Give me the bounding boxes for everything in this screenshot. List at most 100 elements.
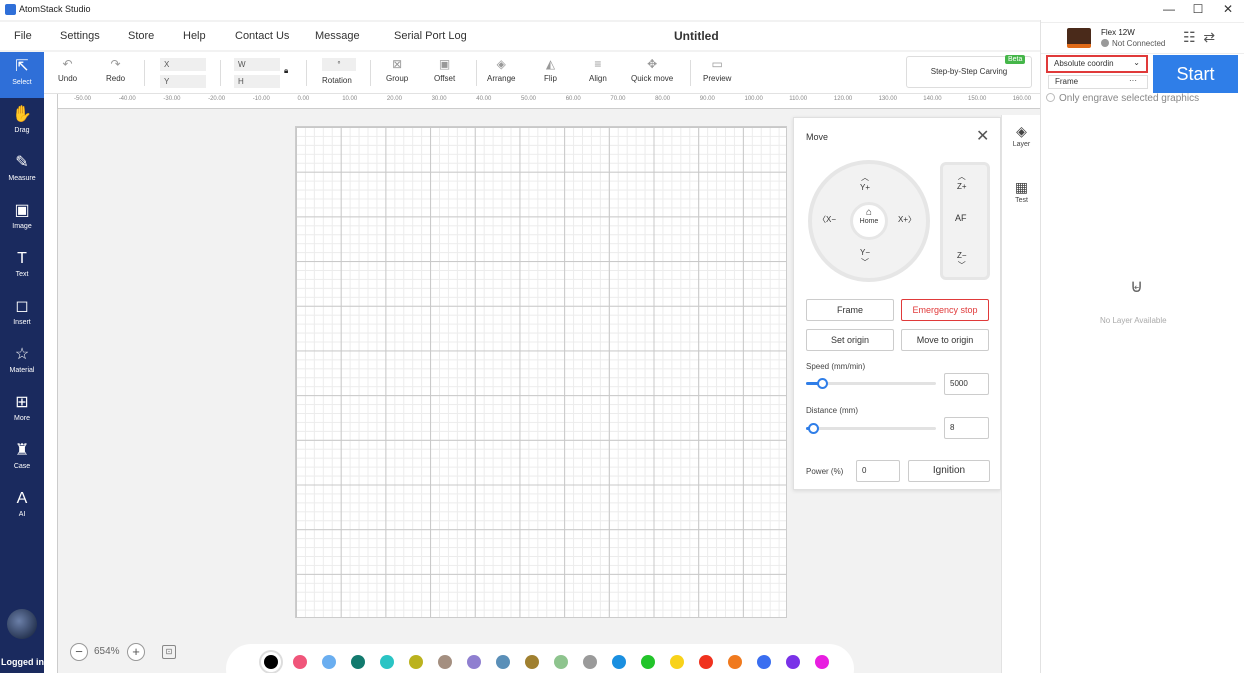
radio-icon[interactable] (1046, 93, 1055, 102)
menu-contact-us[interactable]: Contact Us (235, 30, 289, 42)
x-plus-button[interactable]: X+〉 (898, 214, 916, 225)
fit-to-screen-button[interactable]: ⊡ (162, 645, 176, 659)
grid-more-icon: ⊞ (15, 394, 29, 411)
start-button[interactable]: Start (1153, 55, 1238, 93)
sidebar-item-measure[interactable]: ✎ Measure (0, 148, 44, 194)
tab-layer[interactable]: ◈ Layer (1002, 123, 1041, 148)
set-origin-button[interactable]: Set origin (806, 329, 894, 351)
color-swatch[interactable] (583, 655, 597, 669)
align-button[interactable]: ≡ Align (589, 56, 607, 83)
speed-input[interactable]: 5000 (944, 373, 989, 395)
color-swatch[interactable] (612, 655, 626, 669)
arrange-button[interactable]: ◈ Arrange (487, 56, 515, 83)
close-window-button[interactable]: ✕ (1216, 2, 1240, 16)
color-swatch[interactable] (264, 655, 278, 669)
quick-move-button[interactable]: ✥ Quick move (631, 56, 673, 83)
color-swatch[interactable] (380, 655, 394, 669)
color-swatch[interactable] (293, 655, 307, 669)
minimize-button[interactable]: — (1157, 2, 1181, 16)
sidebar-item-image[interactable]: ▣ Image (0, 196, 44, 242)
distance-input[interactable]: 8 (944, 417, 989, 439)
sidebar-item-select[interactable]: ⇱ Select (0, 52, 44, 98)
color-swatch[interactable] (438, 655, 452, 669)
color-swatch[interactable] (815, 655, 829, 669)
offset-label: Offset (434, 74, 456, 83)
speed-slider-handle[interactable] (816, 378, 828, 389)
frame-button[interactable]: Frame (806, 299, 894, 321)
menu-settings[interactable]: Settings (60, 30, 100, 42)
sidebar-item-case[interactable]: ♜ Case (0, 436, 44, 482)
only-engrave-selected-option[interactable]: Only engrave selected graphics (1046, 93, 1199, 104)
zoom-in-button[interactable]: + (127, 643, 145, 661)
menu-serial-port-log[interactable]: Serial Port Log (394, 30, 467, 42)
avatar[interactable] (7, 609, 37, 639)
device-name: Flex 12W (1101, 28, 1135, 37)
menu-file[interactable]: File (14, 30, 32, 42)
width-field[interactable]: W (234, 58, 280, 71)
ruler-tick-label: 120.00 (833, 96, 853, 102)
color-swatch[interactable] (757, 655, 771, 669)
y-minus-button[interactable]: Y− ﹀ (860, 248, 870, 268)
distance-slider[interactable] (806, 423, 936, 434)
home-button[interactable]: ⌂ Home (850, 202, 888, 240)
preview-button[interactable]: ▭ Preview (703, 56, 731, 83)
color-swatch[interactable] (699, 655, 713, 669)
preview-label: Preview (703, 74, 732, 83)
menu-help[interactable]: Help (183, 30, 206, 42)
z-plus-button[interactable]: ︿ Z+ (957, 171, 967, 191)
sidebar-item-more[interactable]: ⊞ More (0, 388, 44, 434)
redo-icon: ↷ (110, 57, 121, 71)
maximize-button[interactable]: ☐ (1186, 2, 1210, 16)
connection-status-text: Not Connected (1112, 39, 1166, 48)
menu-bar: File Settings Store Help Contact Us Mess… (0, 22, 1040, 50)
device-selector[interactable]: Flex 12W Not Connected ☷ ⇄ (1041, 22, 1244, 54)
work-area-grid[interactable] (295, 126, 787, 618)
move-to-origin-button[interactable]: Move to origin (901, 329, 989, 351)
offset-button[interactable]: ▣ Offset (434, 56, 455, 83)
speed-slider[interactable] (806, 378, 936, 389)
sidebar-item-drag[interactable]: ✋ Drag (0, 100, 44, 146)
sliders-icon[interactable]: ☷ (1183, 29, 1196, 45)
color-swatch[interactable] (554, 655, 568, 669)
rotation-field[interactable]: ° (322, 58, 356, 71)
undo-button[interactable]: ↶ Undo (58, 56, 77, 83)
sidebar-item-material[interactable]: ☆ Material (0, 340, 44, 386)
frame-mode-select[interactable]: Frame ··· (1048, 75, 1148, 89)
color-swatch[interactable] (525, 655, 539, 669)
menu-message[interactable]: Message (315, 30, 360, 42)
coordinate-mode-select[interactable]: Absolute coordin ⌄ (1046, 55, 1148, 73)
switch-arrows-icon[interactable]: ⇄ (1203, 29, 1215, 45)
height-field[interactable]: H (234, 75, 280, 88)
close-icon[interactable]: ✕ (976, 126, 989, 146)
x-field[interactable]: X (160, 58, 206, 71)
sidebar-item-insert[interactable]: ◻ Insert (0, 292, 44, 338)
z-minus-button[interactable]: Z− ﹀ (957, 251, 967, 271)
x-minus-button[interactable]: 〈X− (818, 214, 836, 225)
autofocus-button[interactable]: AF (955, 213, 967, 223)
sidebar-item-text[interactable]: T Text (0, 244, 44, 290)
color-swatch[interactable] (786, 655, 800, 669)
redo-button[interactable]: ↷ Redo (106, 56, 125, 83)
y-field[interactable]: Y (160, 75, 206, 88)
color-swatch[interactable] (351, 655, 365, 669)
zoom-out-button[interactable]: − (70, 643, 88, 661)
z-minus-label: Z− (957, 251, 967, 260)
menu-store[interactable]: Store (128, 30, 154, 42)
group-button[interactable]: ⊠ Group (386, 56, 408, 83)
flip-button[interactable]: ◭ Flip (544, 56, 557, 83)
power-input[interactable]: 0 (856, 460, 900, 482)
sidebar-item-ai[interactable]: A AI (0, 484, 44, 530)
color-swatch[interactable] (322, 655, 336, 669)
color-swatch[interactable] (409, 655, 423, 669)
color-swatch[interactable] (496, 655, 510, 669)
color-swatch[interactable] (467, 655, 481, 669)
tab-test[interactable]: ▦ Test (1002, 179, 1041, 204)
color-swatch[interactable] (728, 655, 742, 669)
emergency-stop-button[interactable]: Emergency stop (901, 299, 989, 321)
ignition-button[interactable]: Ignition (908, 460, 990, 482)
distance-slider-handle[interactable] (807, 423, 819, 434)
y-plus-button[interactable]: ︿ Y+ (860, 172, 870, 192)
color-swatch[interactable] (670, 655, 684, 669)
color-swatch[interactable] (641, 655, 655, 669)
lock-ratio-icon[interactable]: 🔒︎ (284, 66, 288, 76)
